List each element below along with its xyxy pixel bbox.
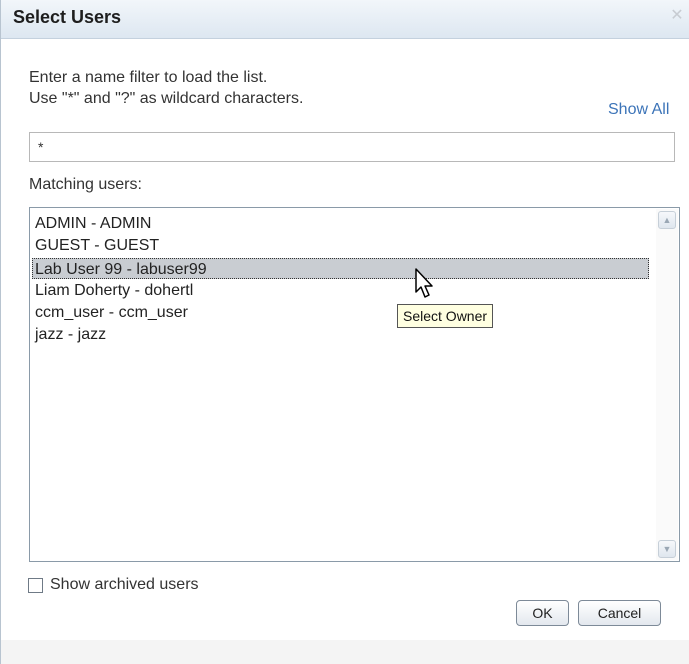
dialog-titlebar: Select Users ✕ <box>1 0 689 39</box>
dialog-footer <box>1 640 689 664</box>
instruction-line-2: Use "*" and "?" as wildcard characters. <box>29 90 304 107</box>
close-icon[interactable]: ✕ <box>670 8 684 24</box>
select-owner-tooltip: Select Owner <box>397 304 494 328</box>
cancel-button[interactable]: Cancel <box>578 600 661 626</box>
show-archived-checkbox[interactable] <box>28 578 43 593</box>
dialog-title: Select Users <box>13 7 122 27</box>
show-archived-label[interactable]: Show archived users <box>50 576 199 594</box>
instruction-line-1: Enter a name filter to load the list. <box>29 69 268 86</box>
list-item-ccm-user[interactable]: ccm_user - ccm_user <box>33 302 188 323</box>
select-users-dialog: Select Users ✕ Enter a name filter to lo… <box>0 0 689 664</box>
list-item-labuser99[interactable]: Lab User 99 - labuser99 <box>32 258 649 279</box>
matching-users-label: Matching users: <box>29 176 142 193</box>
ok-button[interactable]: OK <box>516 600 569 626</box>
mouse-pointer-icon <box>415 268 433 298</box>
list-item-jazz[interactable]: jazz - jazz <box>33 324 106 345</box>
scroll-down-icon[interactable]: ▼ <box>658 540 676 558</box>
show-all-link[interactable]: Show All <box>608 101 669 119</box>
list-item-guest[interactable]: GUEST - GUEST <box>33 235 159 256</box>
list-item-dohertl[interactable]: Liam Doherty - dohertl <box>33 280 193 301</box>
scroll-up-icon[interactable]: ▲ <box>658 211 676 229</box>
name-filter-input[interactable] <box>29 132 675 162</box>
users-listbox[interactable]: ADMIN - ADMIN GUEST - GUEST Lab User 99 … <box>29 207 680 562</box>
list-item-admin[interactable]: ADMIN - ADMIN <box>33 213 151 234</box>
vertical-scrollbar[interactable]: ▲ ▼ <box>656 209 678 560</box>
